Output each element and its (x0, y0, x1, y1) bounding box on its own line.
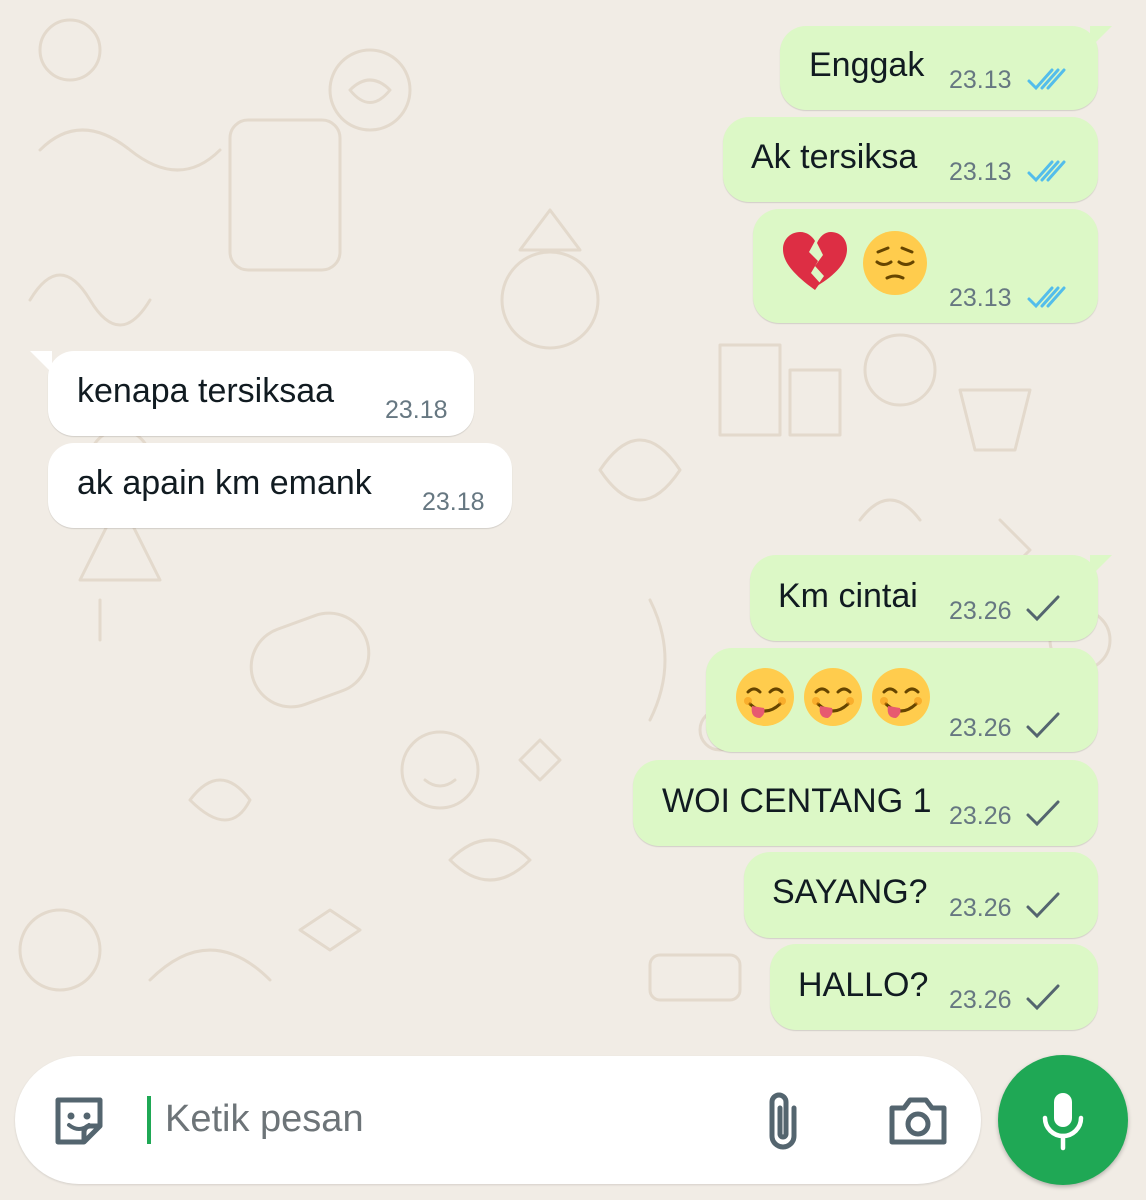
sent-single-tick-icon (1026, 595, 1060, 622)
bubble-tail (30, 351, 52, 373)
message-input-bar[interactable] (15, 1056, 981, 1184)
read-double-tick-icon (1027, 160, 1066, 183)
message-time: 23.26 (949, 986, 1012, 1014)
message-text: ak apain km emank (77, 464, 372, 502)
pensive-face-emoji (863, 231, 927, 295)
text-cursor (147, 1096, 151, 1144)
sent-single-tick-icon (1026, 984, 1060, 1011)
sent-single-tick-icon (1026, 892, 1060, 919)
message-text: WOI CENTANG 1 (662, 782, 932, 820)
camera-icon[interactable] (886, 1092, 950, 1150)
message-text: Km cintai (778, 577, 918, 615)
message-time: 23.26 (949, 802, 1012, 830)
bubble-tail (1090, 26, 1112, 48)
message-text: Enggak (809, 46, 925, 84)
message-time: 23.18 (385, 396, 448, 424)
mic-icon (1042, 1093, 1084, 1151)
message-text: Ak tersiksa (751, 138, 918, 176)
read-double-tick-icon (1027, 68, 1066, 91)
message-time: 23.13 (949, 66, 1012, 94)
sent-single-tick-icon (1026, 800, 1060, 827)
message-time: 23.13 (949, 284, 1012, 312)
message-time: 23.26 (949, 597, 1012, 625)
message-input-placeholder[interactable]: Ketik pesan (165, 1098, 364, 1141)
message-text: kenapa tersiksaa (77, 372, 335, 410)
broken-heart-emoji (783, 232, 847, 290)
emoji-message (780, 228, 930, 298)
message-time: 23.18 (422, 488, 485, 516)
sent-single-tick-icon (1026, 712, 1060, 739)
savoring-food-face-emoji (736, 668, 794, 726)
message-text: HALLO? (798, 966, 929, 1004)
read-double-tick-icon (1027, 286, 1066, 309)
attach-icon[interactable] (760, 1088, 806, 1154)
message-time: 23.26 (949, 894, 1012, 922)
voice-message-button[interactable] (998, 1055, 1128, 1185)
message-time: 23.13 (949, 158, 1012, 186)
message-time: 23.26 (949, 714, 1012, 742)
bubble-tail (1090, 555, 1112, 577)
savoring-food-face-emoji (804, 668, 862, 726)
sticker-icon[interactable] (48, 1090, 110, 1152)
emoji-message (734, 666, 932, 728)
message-text: SAYANG? (772, 873, 928, 911)
savoring-food-face-emoji (872, 668, 930, 726)
